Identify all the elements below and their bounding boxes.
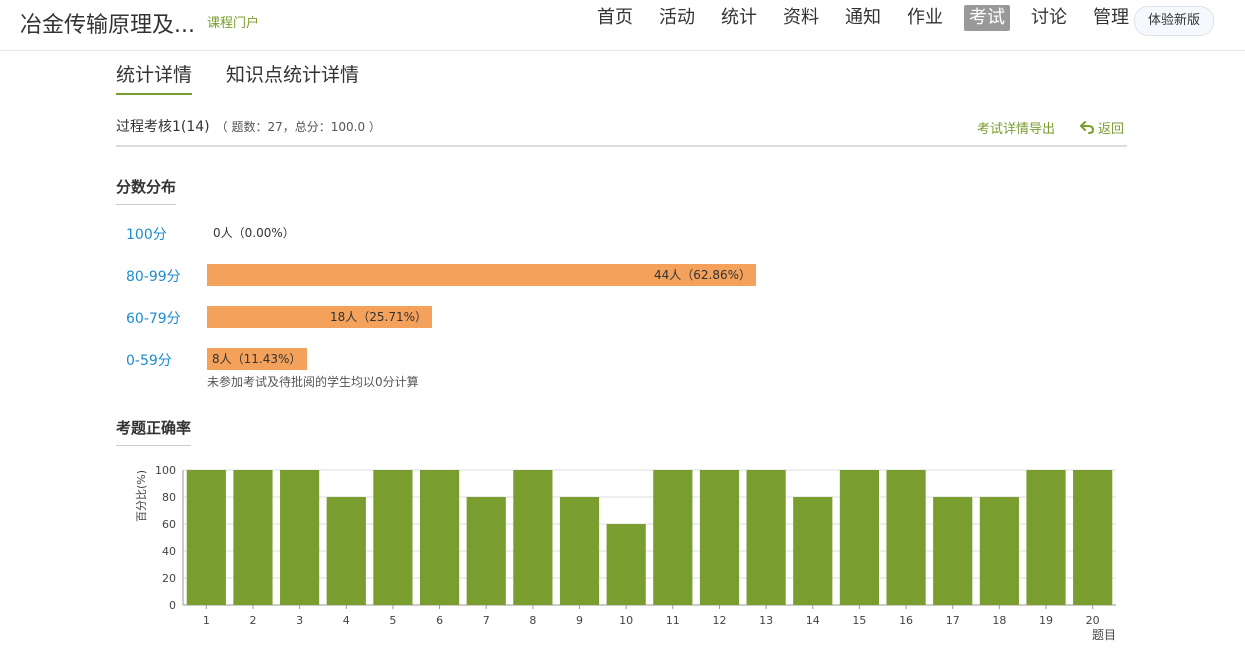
x-tick-label: 20 — [1086, 614, 1100, 627]
y-tick-label: 100 — [155, 464, 176, 477]
chart-bar — [933, 497, 973, 605]
chart-bar — [233, 470, 273, 605]
x-tick-label: 11 — [666, 614, 680, 627]
chart-bar — [839, 470, 880, 605]
chart-bar — [419, 470, 460, 605]
x-tick-label: 13 — [759, 614, 773, 627]
y-tick-label: 0 — [169, 599, 176, 612]
accuracy-chart: 0204060801001 2 3 4 5 6 7 8 9 10 11 12 13 14 15 16 17 18 1… — [135, 464, 1116, 642]
x-tick-label: 6 — [436, 614, 443, 627]
x-tick-label: 1 — [203, 614, 210, 627]
x-tick-label: 18 — [992, 614, 1006, 627]
chart-bar — [326, 497, 366, 605]
chart-bar — [699, 470, 740, 605]
x-tick-label: 8 — [529, 614, 536, 627]
x-tick-label: 19 — [1039, 614, 1053, 627]
x-tick-label: 15 — [852, 614, 866, 627]
chart-bar — [1026, 470, 1066, 605]
y-tick-label: 20 — [162, 572, 176, 585]
x-tick-label: 10 — [619, 614, 633, 627]
x-tick-label: 12 — [712, 614, 726, 627]
x-tick-label: 7 — [483, 614, 490, 627]
y-tick-label: 40 — [162, 545, 176, 558]
x-tick-label: 3 — [296, 614, 303, 627]
chart-bar — [280, 470, 320, 605]
x-axis-label: 题目 — [1092, 628, 1116, 642]
x-tick-label: 17 — [946, 614, 960, 627]
x-tick-label: 5 — [389, 614, 396, 627]
chart-bar — [373, 470, 413, 605]
y-tick-label: 60 — [162, 518, 176, 531]
x-tick-label: 16 — [899, 614, 913, 627]
chart-bar — [653, 470, 693, 605]
chart-bar — [559, 497, 600, 605]
chart-bar — [1073, 470, 1113, 605]
x-tick-label: 4 — [343, 614, 350, 627]
chart-bar — [513, 470, 553, 605]
chart-bar — [466, 497, 506, 605]
chart-bar — [886, 470, 926, 605]
y-tick-label: 80 — [162, 491, 176, 504]
x-tick-label: 14 — [806, 614, 820, 627]
chart-bar — [606, 524, 646, 605]
x-tick-label: 9 — [576, 614, 583, 627]
chart-bar — [746, 470, 786, 605]
chart-bar — [793, 497, 833, 605]
x-tick-label: 2 — [249, 614, 256, 627]
y-axis-label: 百分比(%) — [135, 470, 148, 522]
chart-bar — [979, 497, 1019, 605]
chart-bar — [186, 470, 226, 605]
